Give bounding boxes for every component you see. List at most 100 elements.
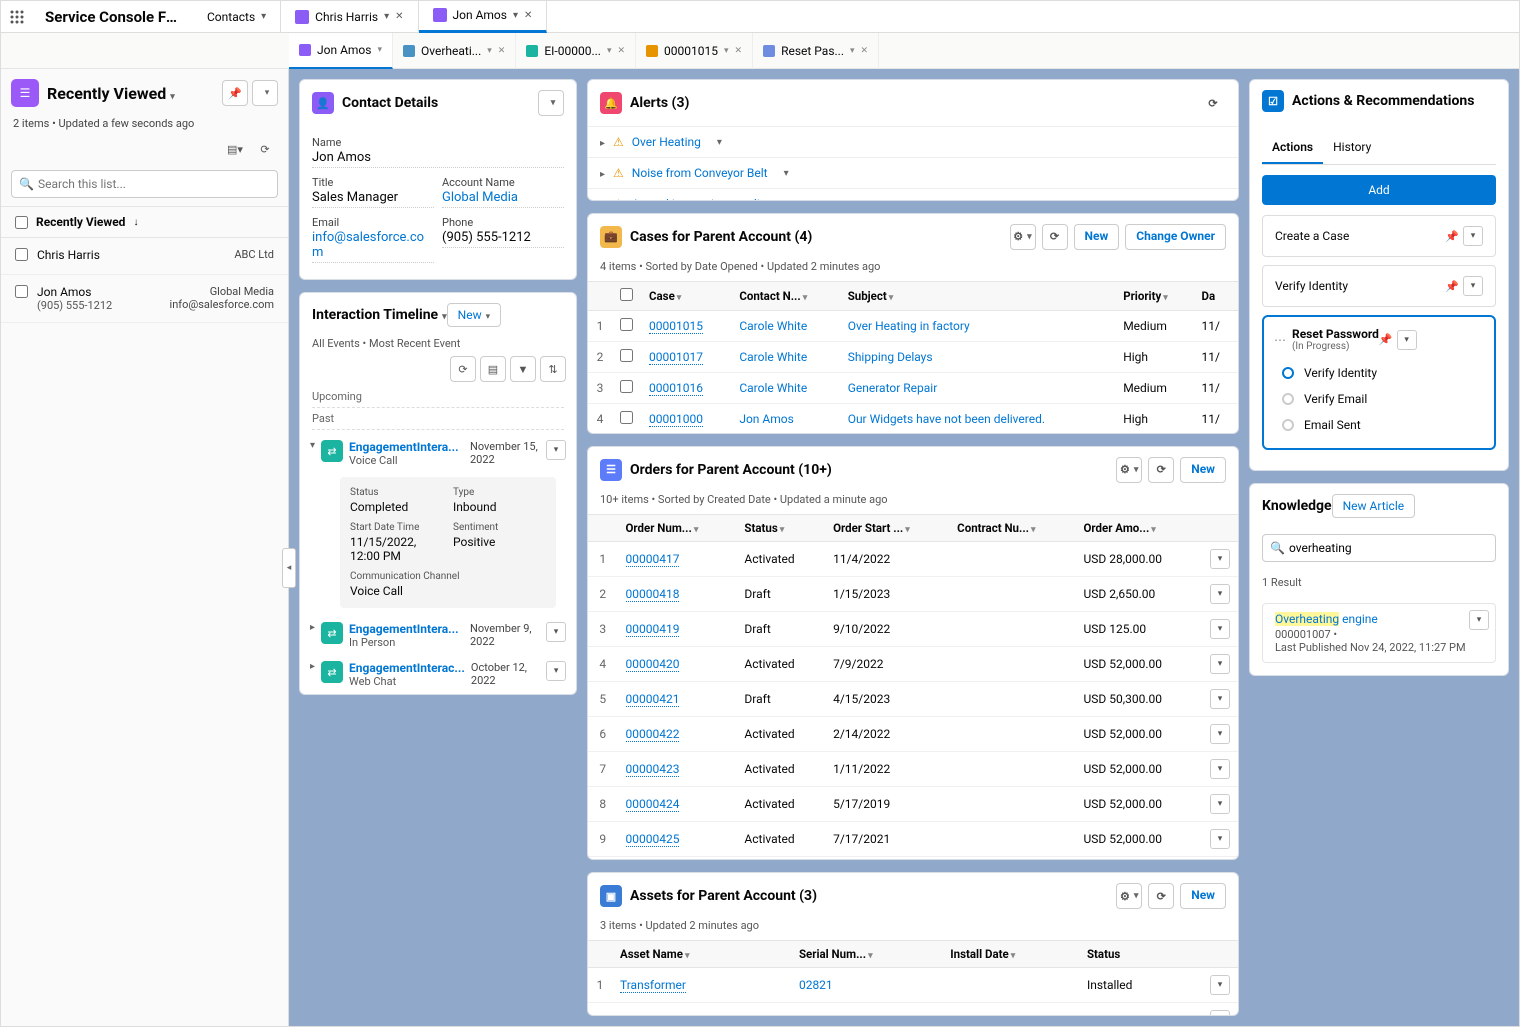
close-icon[interactable]: ✕	[395, 11, 403, 22]
chevron-down-icon[interactable]: ▾	[789, 199, 794, 201]
tab-actions[interactable]: Actions	[1262, 132, 1323, 164]
contact-account-link[interactable]: Global Media	[442, 189, 564, 208]
gear-icon[interactable]: ⚙	[1116, 883, 1142, 909]
row-menu[interactable]: ▾	[1210, 829, 1230, 849]
row-menu[interactable]: ▾	[1210, 654, 1230, 674]
contact-link[interactable]: Carole White	[739, 319, 807, 333]
row-menu[interactable]: ▾	[1210, 549, 1230, 569]
timeline-item[interactable]: ▾ ⇄ EngagementIntera...Voice Call Novemb…	[300, 434, 576, 473]
chevron-right-icon[interactable]	[600, 197, 605, 201]
row-menu[interactable]: ▾	[1210, 619, 1230, 639]
close-icon[interactable]: ✕	[524, 10, 532, 21]
action-row[interactable]: Create a Case📌▾	[1262, 215, 1496, 257]
asset-link[interactable]: Transformer	[620, 978, 686, 993]
chevron-down-icon[interactable]: ▾	[784, 168, 789, 179]
action-row[interactable]: Verify Identity📌▾	[1262, 265, 1496, 307]
tab-contacts[interactable]: Contacts ▾	[193, 1, 281, 33]
select-all-checkbox[interactable]	[620, 288, 633, 301]
order-link[interactable]: 00000422	[626, 727, 680, 742]
subject-link[interactable]: Shipping Delays	[848, 350, 933, 364]
contact-title[interactable]: Sales Manager	[312, 189, 434, 208]
contact-link[interactable]: Jon Amos	[739, 412, 793, 426]
timeline-title[interactable]: Interaction Timeline	[312, 307, 447, 323]
order-link[interactable]: 00000417	[626, 552, 680, 567]
row-menu[interactable]: ▾	[1210, 584, 1230, 604]
row-menu[interactable]: ▾	[1469, 610, 1489, 630]
timeline-item[interactable]: ▸ ⇄ EngagementInterac...Web Chat October…	[300, 655, 576, 694]
row-menu[interactable]: ▾	[546, 440, 566, 460]
list-view-picker[interactable]: Recently Viewed	[47, 84, 175, 103]
gear-icon[interactable]: ⚙	[1116, 457, 1142, 483]
row-menu[interactable]: ▾	[1210, 759, 1230, 779]
subject-link[interactable]: Over Heating in factory	[848, 319, 970, 333]
refresh-icon[interactable]	[1200, 90, 1226, 116]
row-menu[interactable]: ▾	[1463, 226, 1483, 246]
timeline-item[interactable]: ▸ ⇄ EngagementIntera...In Person Novembe…	[300, 616, 576, 655]
change-owner-button[interactable]: Change Owner	[1125, 224, 1226, 250]
flow-step[interactable]: Email Sent	[1282, 412, 1484, 438]
alert-row[interactable]: ⚠Over Heating▾	[588, 126, 1238, 157]
order-link[interactable]: 00000424	[626, 797, 680, 812]
flow-step[interactable]: Verify Identity	[1282, 360, 1484, 386]
row-checkbox[interactable]	[15, 285, 28, 298]
knowledge-result[interactable]: Overheating engine 000001007 • Last Publ…	[1262, 603, 1496, 663]
sort-icon[interactable]: ⇅	[540, 356, 566, 382]
contact-email-link[interactable]: info@salesforce.com	[312, 229, 434, 263]
pin-icon[interactable]: 📌	[1445, 230, 1459, 243]
chevron-down-icon[interactable]: ▾	[717, 137, 722, 148]
list-row[interactable]: Jon Amos(905) 555-1212 Global Mediainfo@…	[1, 275, 288, 323]
row-menu[interactable]: ▾	[1210, 689, 1230, 709]
subject-link[interactable]: Our Widgets have not been delivered.	[848, 412, 1045, 426]
row-checkbox[interactable]	[620, 411, 633, 424]
chevron-down-icon[interactable]: ▾	[384, 11, 389, 22]
refresh-icon[interactable]	[252, 136, 278, 162]
row-menu[interactable]: ▾	[1463, 276, 1483, 296]
subtab[interactable]: Overheati...▾✕	[393, 33, 516, 69]
contact-link[interactable]: Carole White	[739, 381, 807, 395]
list-actions-menu[interactable]	[252, 80, 278, 106]
list-search-input[interactable]	[11, 170, 278, 198]
alert-row[interactable]: ⚠Annual inspection pending▾	[588, 188, 1238, 201]
row-menu[interactable]: ▾	[546, 622, 566, 642]
row-checkbox[interactable]	[620, 318, 633, 331]
row-menu[interactable]: ▾	[1210, 724, 1230, 744]
more-icon[interactable]: ⋯	[1274, 333, 1286, 347]
new-asset-button[interactable]: New	[1180, 883, 1226, 909]
chevron-down-icon[interactable]: ▾	[513, 10, 518, 21]
chevron-icon[interactable]: ▸	[310, 622, 315, 649]
chevron-down-icon[interactable]: ▾	[377, 45, 382, 55]
close-icon[interactable]: ✕	[498, 46, 506, 56]
timeline-new-button[interactable]: New	[447, 303, 501, 327]
pin-icon[interactable]: 📌	[1379, 333, 1393, 346]
case-link[interactable]: 00001015	[649, 319, 703, 334]
pin-icon[interactable]: 📌	[222, 80, 248, 106]
order-link[interactable]: 00000421	[626, 692, 680, 707]
app-launcher[interactable]	[1, 9, 33, 25]
chevron-right-icon[interactable]	[600, 166, 605, 180]
row-checkbox[interactable]	[620, 349, 633, 362]
subtab[interactable]: 00001015▾✕	[636, 33, 753, 69]
chevron-down-icon[interactable]: ▾	[850, 46, 855, 56]
case-link[interactable]: 00001016	[649, 381, 703, 396]
card-menu[interactable]	[538, 90, 564, 116]
list-group-header[interactable]: Recently Viewed ↓	[1, 206, 288, 238]
case-link[interactable]: 00001000	[649, 412, 703, 427]
gear-icon[interactable]: ⚙	[1010, 224, 1036, 250]
chevron-icon[interactable]: ▸	[310, 661, 315, 688]
close-icon[interactable]: ✕	[618, 46, 626, 56]
collapse-sidebar[interactable]: ◂	[282, 548, 296, 588]
refresh-icon[interactable]	[1042, 224, 1068, 250]
row-checkbox[interactable]	[15, 248, 28, 261]
row-checkbox[interactable]	[620, 380, 633, 393]
select-all-checkbox[interactable]	[15, 216, 28, 229]
order-link[interactable]: 00000419	[626, 622, 680, 637]
refresh-icon[interactable]	[1148, 883, 1174, 909]
order-link[interactable]: 00000420	[626, 657, 680, 672]
row-menu[interactable]: ▾	[1397, 330, 1417, 350]
close-icon[interactable]: ✕	[861, 46, 869, 56]
row-menu[interactable]: ▾	[1210, 975, 1230, 995]
chevron-down-icon[interactable]: ▾	[724, 46, 729, 56]
refresh-icon[interactable]	[1148, 457, 1174, 483]
expand-all-icon[interactable]: ▤	[480, 356, 506, 382]
chevron-down-icon[interactable]: ▾	[487, 46, 492, 56]
